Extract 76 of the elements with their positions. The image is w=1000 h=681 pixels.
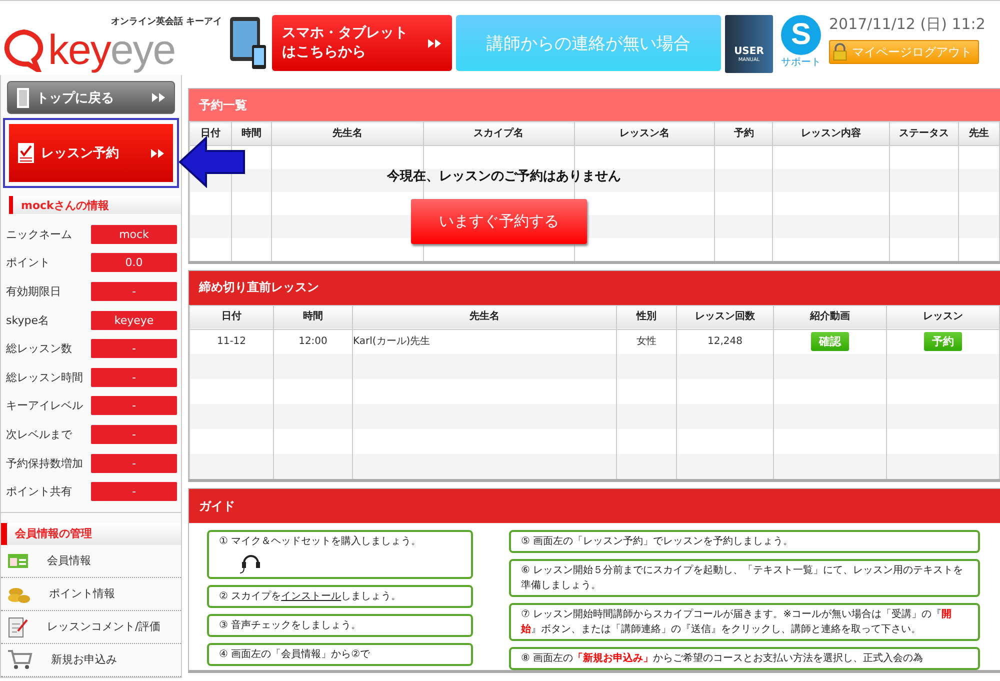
info-value: - bbox=[91, 368, 177, 387]
info-label: ポイント共有 bbox=[6, 484, 72, 500]
column-header: 紹介動画 bbox=[774, 305, 886, 329]
info-label: 総レッスン数 bbox=[6, 341, 72, 356]
book-now-button[interactable]: いますぐ予約する bbox=[411, 199, 587, 244]
panel-title: ガイド bbox=[189, 489, 1000, 523]
panel-title: 締め切り直前レッスン bbox=[189, 270, 1000, 304]
column-header: 先生 bbox=[958, 122, 1000, 146]
guide-step: ⑤ 画面左の「レッスン予約」でレッスンを予約しましょう。 bbox=[509, 530, 980, 553]
section-heading: mockさんの情報 bbox=[9, 196, 181, 214]
double-arrow-icon bbox=[428, 38, 442, 48]
column-header: 先生名 bbox=[352, 305, 616, 329]
double-arrow-icon bbox=[151, 148, 165, 158]
info-value: - bbox=[91, 282, 177, 301]
info-label: 総レッスン時間 bbox=[6, 370, 83, 385]
column-header: スカイプ名 bbox=[423, 122, 574, 146]
member-card-icon bbox=[7, 552, 29, 570]
tablet-icon bbox=[228, 15, 268, 71]
column-header: レッスン名 bbox=[574, 122, 715, 146]
info-value: mock bbox=[91, 224, 177, 244]
info-value: - bbox=[91, 396, 177, 416]
clipboard-icon bbox=[7, 616, 29, 638]
info-value: - bbox=[91, 339, 177, 358]
sidebar-button[interactable]: トップに戻る bbox=[7, 81, 175, 114]
sidebar-button[interactable]: レッスン予約 bbox=[3, 118, 179, 188]
cart-icon bbox=[7, 648, 33, 671]
column-header: 予約 bbox=[714, 122, 773, 146]
menu-item[interactable]: 会員情報 bbox=[1, 544, 181, 578]
info-label: キーアイレベル bbox=[6, 398, 83, 414]
guide-step: ⑦ レッスン開始時間講師からスカイプコールが届きます。※コールが無い場合は「受講」の『開始』ボタン、または「講師連絡」の『送信』をクリックし、講師と連絡を取って下さい。 bbox=[509, 603, 980, 641]
menu-item[interactable]: レッスンコメント/評価 bbox=[1, 610, 181, 644]
menu-item[interactable]: ポイント情報 bbox=[1, 578, 181, 611]
info-label: skype名 bbox=[6, 312, 49, 328]
section-heading: 会員情報の管理 bbox=[1, 522, 181, 545]
guide-step: ③ 音声チェックをしましょう。 bbox=[207, 614, 473, 637]
info-value: - bbox=[91, 482, 177, 502]
column-header: 性別 bbox=[616, 305, 676, 329]
reserve-button[interactable]: 予約 bbox=[924, 332, 962, 352]
info-value: - bbox=[91, 454, 177, 473]
column-header: レッスン bbox=[886, 305, 1000, 329]
logo-text: keyeye bbox=[48, 29, 176, 71]
date-time: 2017/11/12 (日) 11:2 bbox=[829, 15, 986, 34]
guide-step: ④ 画面左の「会員情報」から②で bbox=[207, 643, 473, 666]
column-header: ステータス bbox=[889, 122, 958, 146]
column-header: 日付 bbox=[190, 122, 232, 146]
info-label: ニックネーム bbox=[6, 226, 72, 242]
padlock-icon bbox=[832, 42, 848, 62]
info-label: 有効期限日 bbox=[6, 284, 61, 299]
info-value: keyeye bbox=[91, 310, 177, 330]
video-button[interactable]: 確認 bbox=[811, 332, 849, 352]
logo-tagline: オンライン英会話 キーアイ bbox=[110, 15, 222, 28]
info-value: - bbox=[91, 424, 177, 444]
menu-item[interactable]: 新規お申込み bbox=[1, 644, 181, 677]
arrow-icon bbox=[178, 136, 246, 188]
column-header: レッスン内容 bbox=[772, 122, 890, 146]
guide-text: ① マイク＆ヘッドセットを購入しましょう。 bbox=[219, 536, 422, 547]
column-header: 時間 bbox=[274, 305, 352, 329]
door-icon bbox=[16, 86, 30, 108]
column-header: 先生名 bbox=[272, 122, 424, 146]
info-label: 次レベルまで bbox=[6, 426, 72, 442]
guide-step: ⑥ レッスン開始５分前までにスカイプを起動し、「テキスト一覧」にて、レッスン用のテキストを準備しましょう。 bbox=[509, 559, 980, 597]
guide-text: ② スカイプを bbox=[219, 591, 282, 602]
info-value: 0.0 bbox=[91, 253, 177, 272]
column-header: 日付 bbox=[190, 305, 274, 329]
info-label: 予約保持数増加 bbox=[6, 456, 83, 471]
column-header: レッスン回数 bbox=[676, 305, 774, 329]
guide-text: しましょう。 bbox=[341, 591, 402, 602]
guide-step: ⑧ 画面左の「新規お申込み」からご希望のコースとお支払い方法を選択し、正式入会の為 bbox=[509, 647, 980, 670]
double-arrow-icon bbox=[152, 93, 166, 102]
info-label: ポイント bbox=[6, 255, 50, 270]
empty-message: 今現在、レッスンのご予約はありません bbox=[387, 168, 621, 185]
panel-title: 予約一覧 bbox=[189, 89, 1000, 121]
checklist-icon bbox=[17, 142, 35, 164]
install-link[interactable]: インストール bbox=[281, 591, 342, 602]
speech-bubble-icon bbox=[2, 28, 46, 72]
smartphone-banner[interactable]: スマホ・タブレット はこちらから bbox=[272, 15, 452, 71]
